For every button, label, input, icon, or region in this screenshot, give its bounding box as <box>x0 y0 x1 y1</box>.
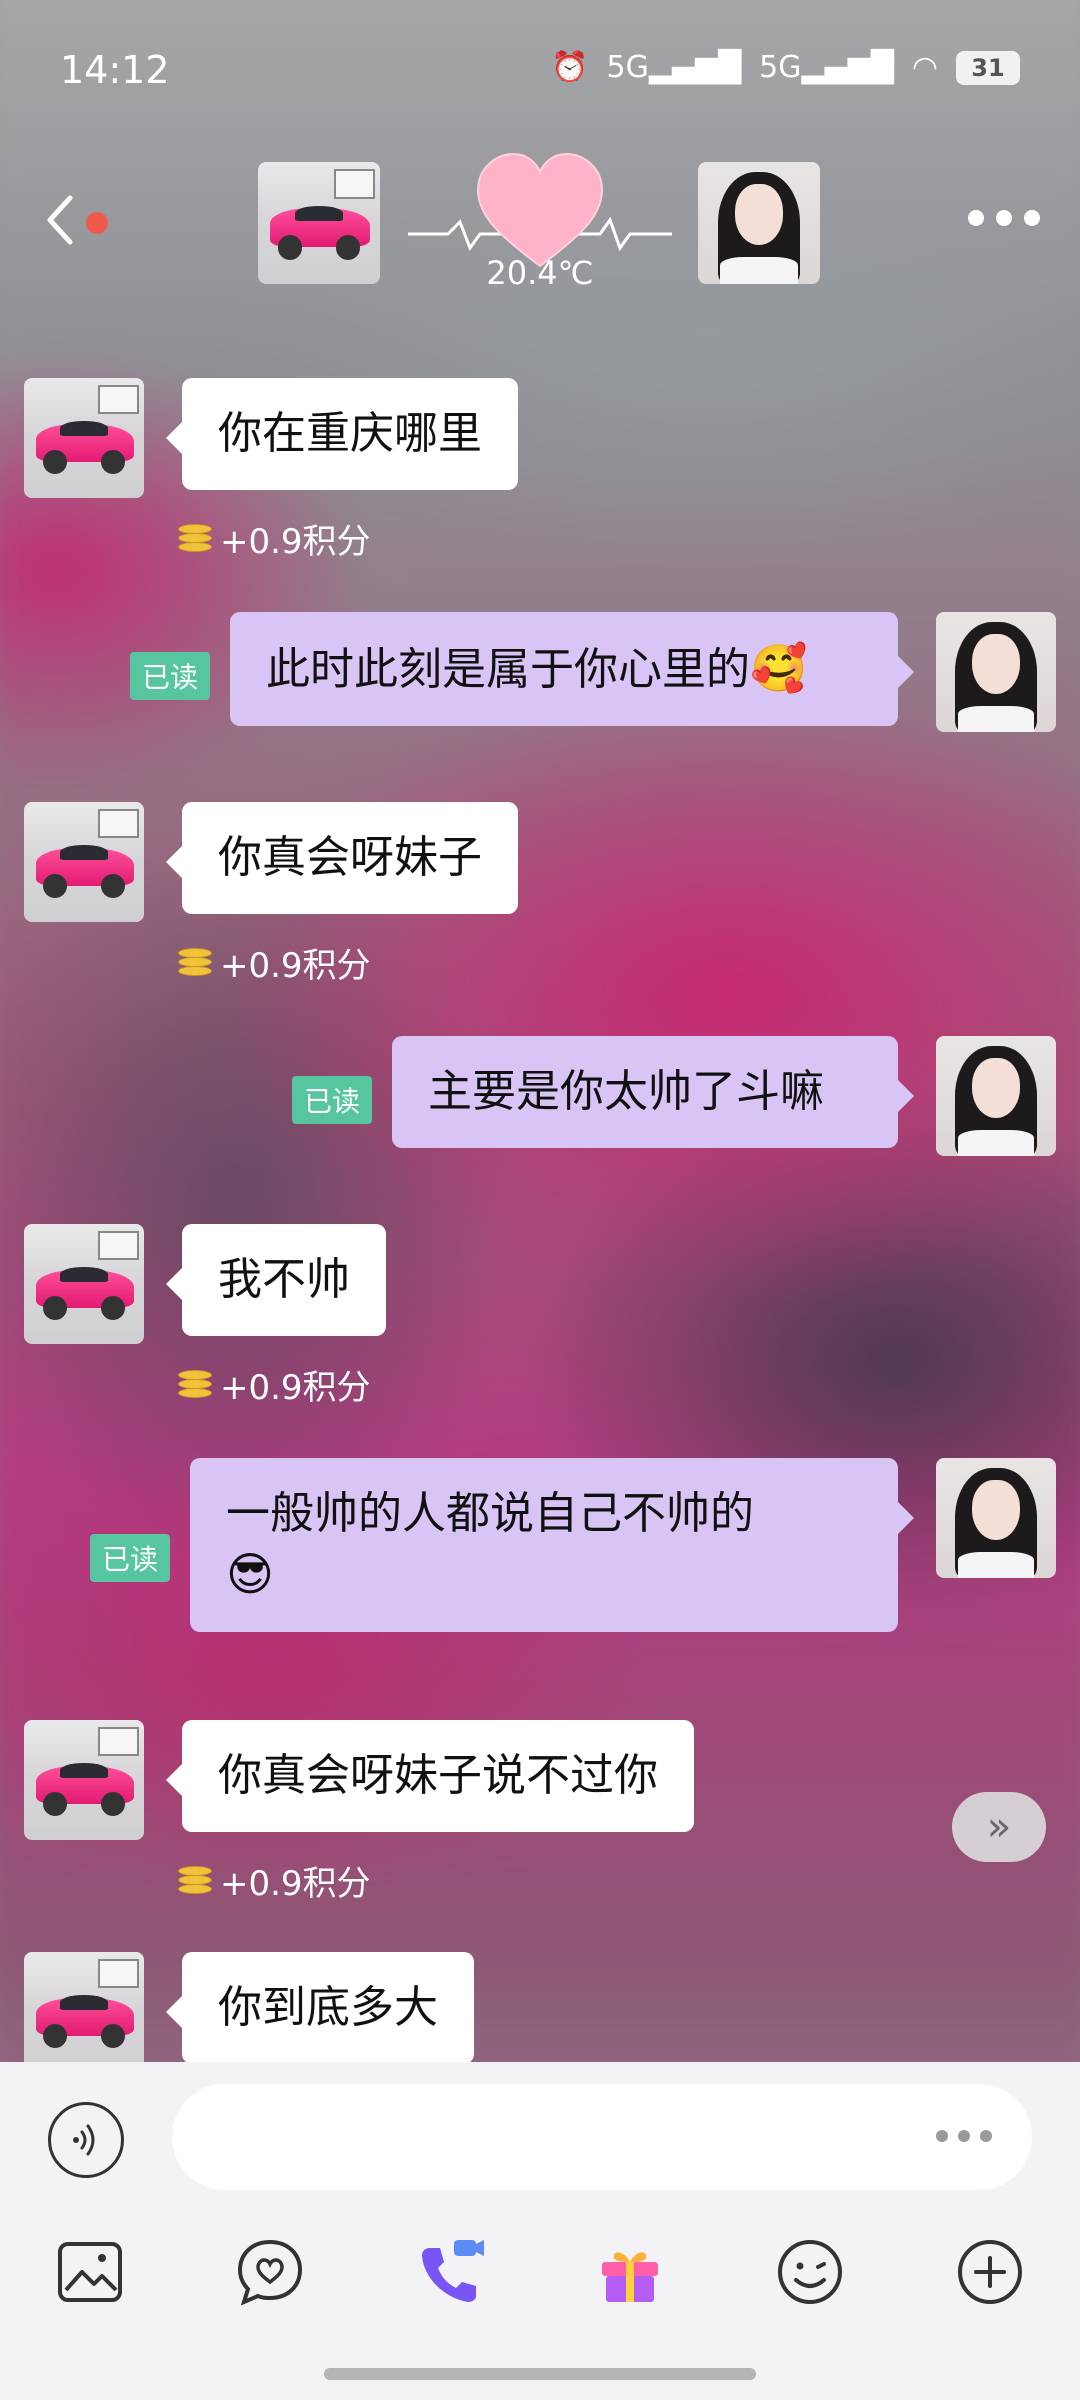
unread-dot <box>86 212 108 234</box>
more-dot-icon <box>968 210 984 226</box>
home-indicator[interactable] <box>324 2368 756 2380</box>
coin-icon <box>178 947 212 978</box>
status-time: 14:12 <box>60 48 170 92</box>
read-badge: 已读 <box>90 1534 171 1582</box>
image-button[interactable] <box>50 2232 130 2312</box>
coin-icon <box>178 523 212 554</box>
contact-avatar[interactable] <box>24 1720 144 1840</box>
heart-icon <box>408 152 672 268</box>
wifi-icon: ◠ <box>911 50 938 85</box>
alarm-icon: ⏰ <box>551 50 589 85</box>
signal-icon-2: 5G▂▄▆█ <box>759 49 894 85</box>
self-avatar[interactable] <box>936 1036 1056 1156</box>
contact-avatar[interactable] <box>24 802 144 922</box>
scroll-to-latest-button[interactable]: » <box>952 1792 1046 1862</box>
gift-button[interactable] <box>590 2232 670 2312</box>
more-actions-button[interactable] <box>950 2232 1030 2312</box>
message-bubble-incoming[interactable]: 你在重庆哪里 <box>166 378 518 490</box>
message-bubble-incoming[interactable]: 你真会呀妹子 <box>166 802 518 914</box>
points-reward: +0.9积分 <box>178 514 371 563</box>
read-badge: 已读 <box>292 1076 373 1124</box>
emoji: 😎 <box>226 1547 274 1601</box>
back-button[interactable] <box>40 190 80 250</box>
battery-icon: 31 <box>956 50 1020 85</box>
smiley-icon <box>778 2240 842 2304</box>
contact-avatar[interactable] <box>24 1952 144 2072</box>
sticker-button[interactable] <box>230 2232 310 2312</box>
message-bubble-outgoing[interactable]: 此时此刻是属于你心里的🥰 <box>230 612 914 726</box>
emoji: 🥰 <box>750 641 808 695</box>
message-input[interactable] <box>172 2084 1032 2190</box>
voice-icon <box>73 2124 95 2156</box>
more-options-button[interactable] <box>968 210 1040 226</box>
status-icons: ⏰ 5G▂▄▆█ 5G▂▄▆█ ◠ 31 <box>551 50 1020 85</box>
points-reward: +0.9积分 <box>178 938 371 987</box>
contact-avatar[interactable] <box>24 378 144 498</box>
video-call-button[interactable] <box>410 2232 490 2312</box>
message-bubble-outgoing[interactable]: 一般帅的人都说自己不帅的 😎 <box>190 1458 914 1632</box>
voice-input-button[interactable] <box>48 2102 124 2178</box>
toolbar <box>0 2232 1080 2332</box>
image-icon <box>58 2242 122 2302</box>
plus-circle-icon <box>958 2240 1022 2304</box>
message-bubble-incoming[interactable]: 你真会呀妹子说不过你 <box>166 1720 694 1832</box>
message-bubble-incoming[interactable]: 你到底多大 <box>166 1952 474 2064</box>
intimacy-temperature: 20.4℃ <box>486 254 594 292</box>
chat-header: 20.4℃ <box>0 150 1080 292</box>
coin-icon <box>178 1865 212 1896</box>
more-dot-icon <box>1024 210 1040 226</box>
heart-chat-icon <box>237 2239 303 2306</box>
message-bubble-incoming[interactable]: 我不帅 <box>166 1224 386 1336</box>
more-dots-icon <box>936 2130 992 2142</box>
emoji-button[interactable] <box>770 2232 850 2312</box>
self-avatar[interactable] <box>936 612 1056 732</box>
input-panel <box>0 2062 1080 2400</box>
signal-icon: 5G▂▄▆█ <box>606 49 742 85</box>
contact-avatar[interactable] <box>24 1224 144 1344</box>
status-bar: 14:12 ⏰ 5G▂▄▆█ 5G▂▄▆█ ◠ 31 <box>0 0 1080 140</box>
read-badge: 已读 <box>130 652 211 700</box>
double-chevron-right-icon: » <box>986 1804 1012 1850</box>
header-avatar-contact[interactable] <box>258 162 380 284</box>
coin-icon <box>178 1369 212 1400</box>
gift-icon <box>602 2252 658 2302</box>
self-avatar[interactable] <box>936 1458 1056 1578</box>
points-reward: +0.9积分 <box>178 1360 371 1409</box>
phone-video-icon <box>422 2240 484 2302</box>
more-dot-icon <box>996 210 1012 226</box>
chevron-left-icon <box>47 195 73 245</box>
intimacy-heart[interactable]: 20.4℃ <box>408 150 672 300</box>
header-avatar-self[interactable] <box>698 162 820 284</box>
message-bubble-outgoing[interactable]: 主要是你太帅了斗嘛 <box>392 1036 914 1148</box>
points-reward: +0.9积分 <box>178 1856 371 1905</box>
